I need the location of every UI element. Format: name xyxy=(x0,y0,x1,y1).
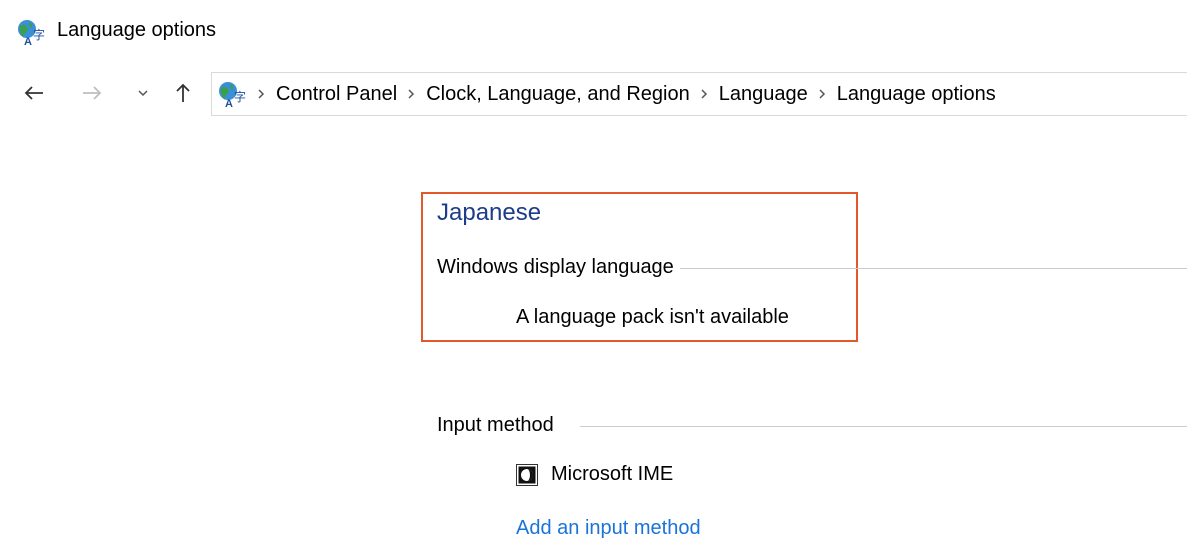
section-divider xyxy=(580,426,1187,427)
svg-text:字: 字 xyxy=(234,89,246,104)
language-globe-icon: A 字 xyxy=(18,20,45,46)
add-input-method-link[interactable]: Add an input method xyxy=(516,517,701,540)
title-bar: A 字 Language options xyxy=(0,0,1187,64)
chevron-down-icon xyxy=(138,90,148,97)
arrow-right-icon xyxy=(83,86,102,100)
breadcrumb-control-panel[interactable]: Control Panel xyxy=(276,83,397,106)
arrow-up-icon xyxy=(176,83,190,102)
chevron-right-icon[interactable] xyxy=(258,89,265,99)
display-language-section-label: Windows display language xyxy=(437,256,680,279)
input-method-section-label: Input method xyxy=(437,414,560,437)
chevron-right-icon[interactable] xyxy=(819,89,826,99)
language-options-window: A 字 Language options A 字 Control Panel C… xyxy=(0,0,1187,556)
breadcrumb-clock-language-region[interactable]: Clock, Language, and Region xyxy=(426,83,690,106)
breadcrumb-language[interactable]: Language xyxy=(719,83,808,106)
navigation-bar: A 字 Control Panel Clock, Language, and R… xyxy=(0,68,1187,118)
arrow-left-icon xyxy=(24,86,43,100)
language-pack-status: A language pack isn't available xyxy=(516,306,789,328)
breadcrumb-language-options[interactable]: Language options xyxy=(837,83,996,106)
input-method-name: Microsoft IME xyxy=(551,463,674,485)
section-divider xyxy=(600,268,1187,269)
input-method-item: Microsoft IME xyxy=(516,463,673,486)
recent-locations-button[interactable] xyxy=(130,76,156,110)
chevron-right-icon[interactable] xyxy=(408,89,415,99)
window-title: Language options xyxy=(57,19,217,41)
address-bar[interactable]: A 字 Control Panel Clock, Language, and R… xyxy=(211,72,1187,116)
back-button[interactable] xyxy=(17,76,51,110)
forward-button[interactable] xyxy=(75,76,109,110)
up-button[interactable] xyxy=(166,76,200,110)
chevron-right-icon[interactable] xyxy=(701,89,708,99)
svg-text:A: A xyxy=(24,36,32,46)
ime-icon xyxy=(516,463,538,486)
language-name: Japanese xyxy=(437,199,542,226)
svg-text:字: 字 xyxy=(33,27,45,42)
svg-text:A: A xyxy=(225,98,233,108)
language-globe-icon: A 字 xyxy=(219,82,246,108)
